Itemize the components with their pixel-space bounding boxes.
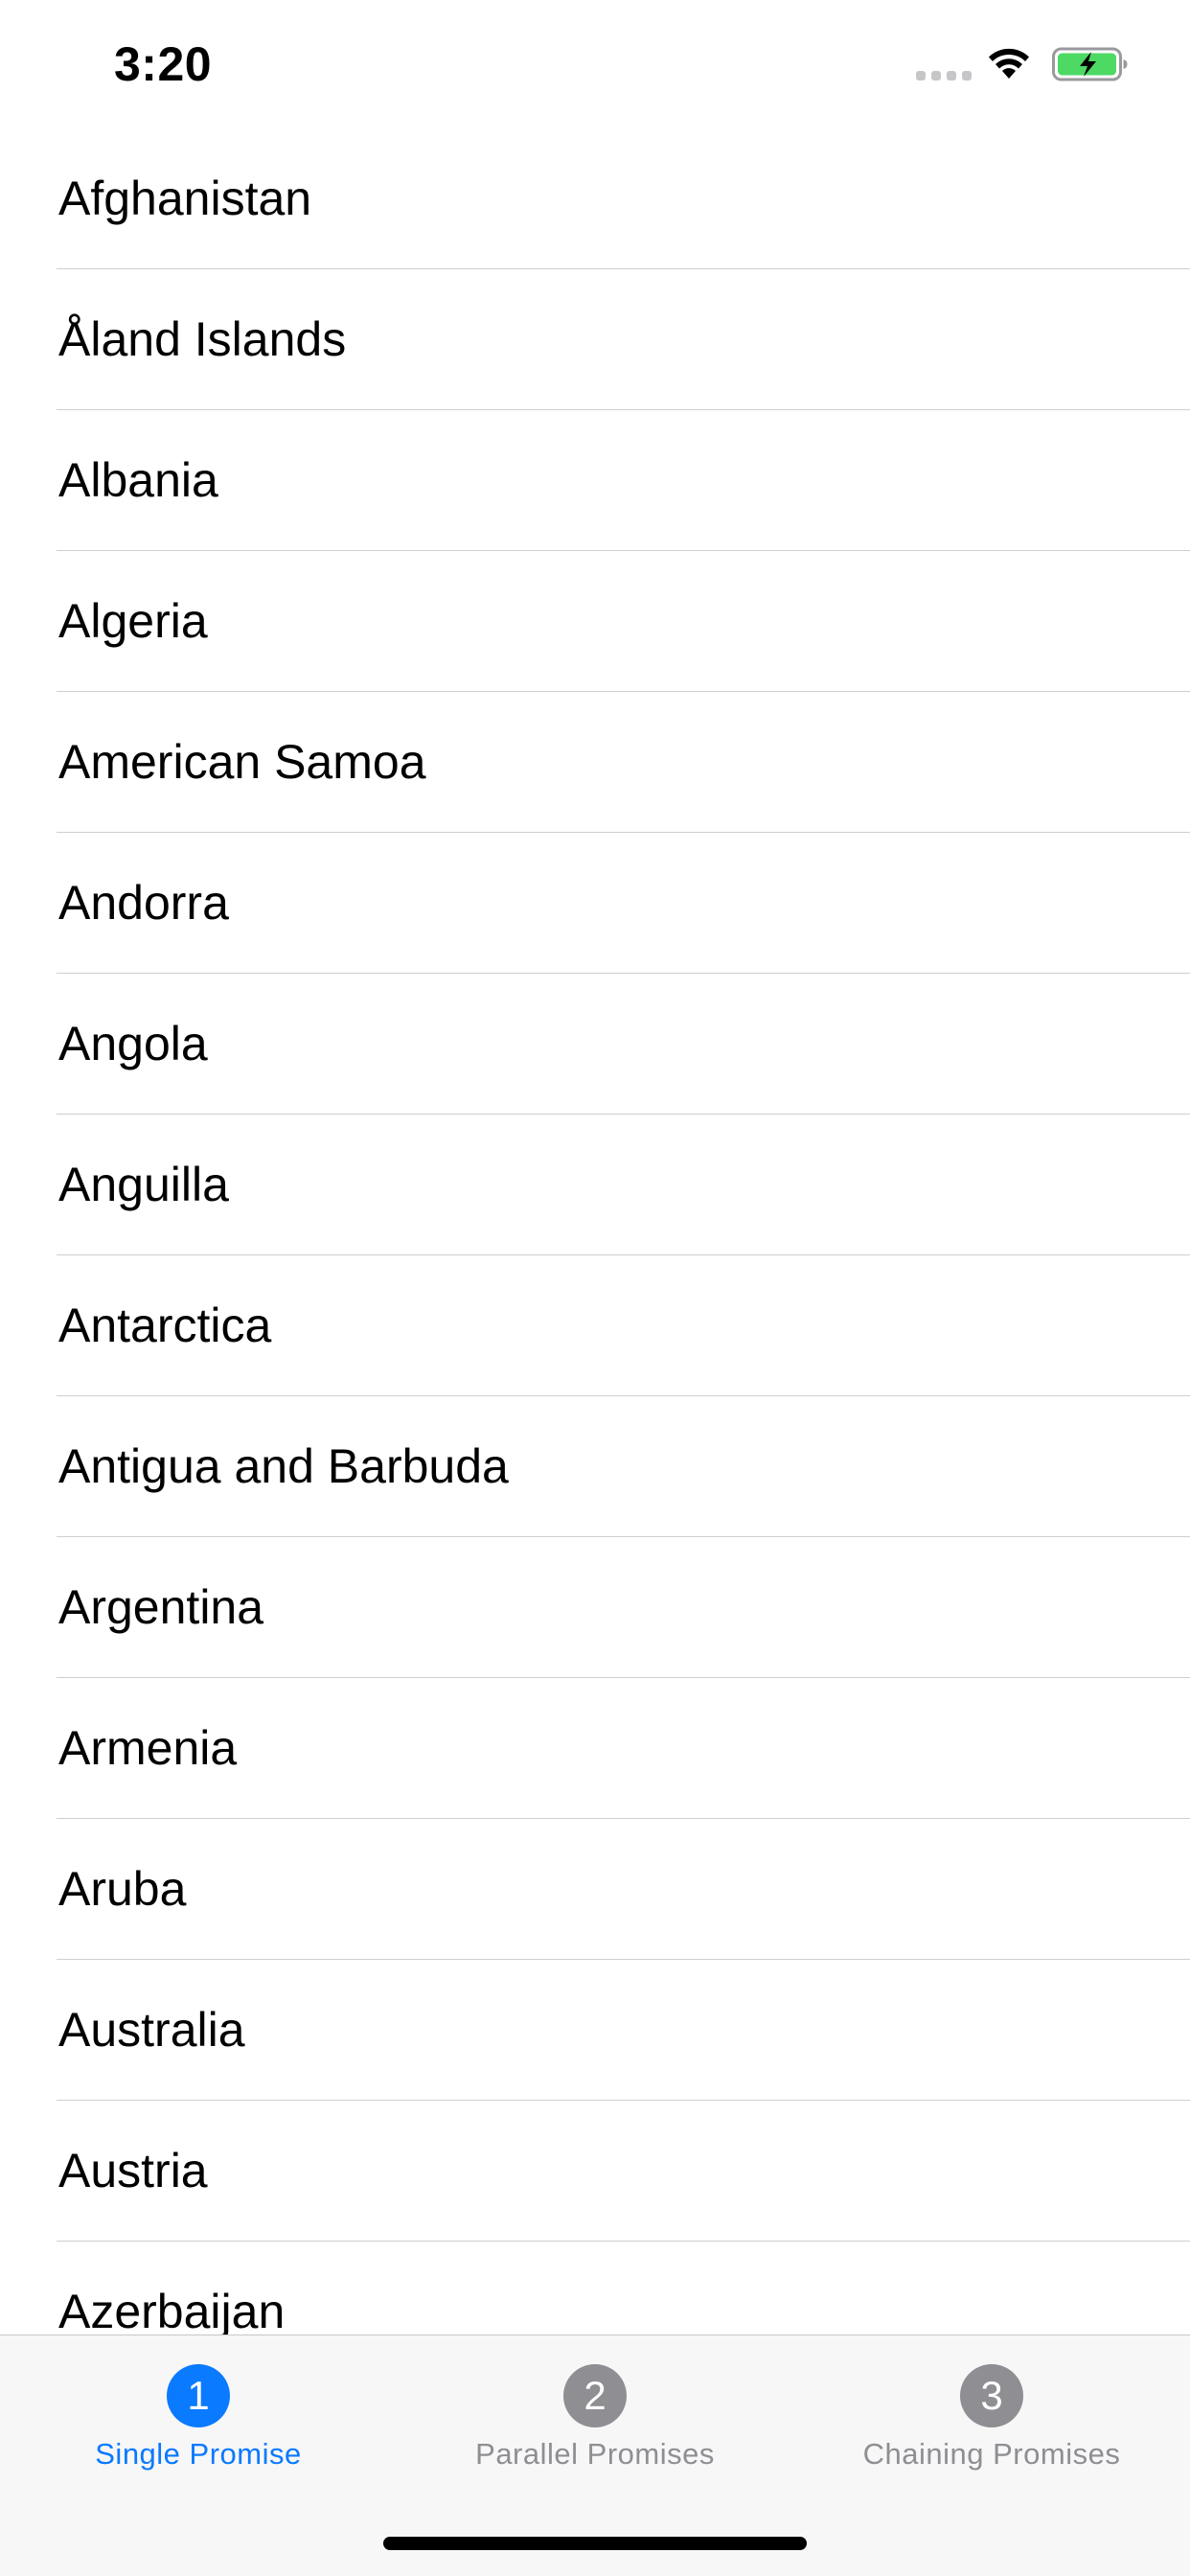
list-item-label: Austria (58, 2144, 208, 2197)
list-item-label: Algeria (58, 594, 208, 648)
country-list[interactable]: Afghanistan Åland Islands Albania Algeria Am… (0, 128, 1190, 2334)
list-item-label: Albania (58, 453, 218, 507)
list-item[interactable]: American Samoa (0, 692, 1190, 833)
home-indicator (383, 2537, 807, 2550)
list-item-label: Argentina (58, 1580, 264, 1634)
cellular-signal-icon (916, 71, 972, 80)
list-item-label: Afghanistan (58, 172, 312, 225)
tab-number-badge: 1 (167, 2364, 230, 2427)
list-item[interactable]: Afghanistan (0, 128, 1190, 269)
tab-chaining-promises[interactable]: 3 Chaining Promises (793, 2335, 1190, 2489)
list-item[interactable]: Azerbaijan (0, 2242, 1190, 2334)
list-item[interactable]: Åland Islands (0, 269, 1190, 410)
list-item-label: Aruba (58, 1862, 187, 1916)
list-item[interactable]: Antigua and Barbuda (0, 1396, 1190, 1537)
tab-single-promise[interactable]: 1 Single Promise (0, 2335, 397, 2489)
list-item-label: Azerbaijan (58, 2285, 286, 2334)
list-item-label: Australia (58, 2003, 245, 2057)
list-item[interactable]: Antarctica (0, 1255, 1190, 1396)
list-item[interactable]: Argentina (0, 1537, 1190, 1678)
list-item[interactable]: Austria (0, 2101, 1190, 2242)
wifi-icon (989, 48, 1029, 79)
list-item[interactable]: Andorra (0, 833, 1190, 974)
list-item-label: American Samoa (58, 735, 426, 789)
list-item[interactable]: Anguilla (0, 1115, 1190, 1255)
tab-parallel-promises[interactable]: 2 Parallel Promises (397, 2335, 793, 2489)
list-item-label: Angola (58, 1017, 208, 1070)
list-item-label: Åland Islands (58, 312, 347, 366)
list-item[interactable]: Angola (0, 974, 1190, 1115)
battery-charging-icon (1052, 47, 1128, 81)
list-item[interactable]: Australia (0, 1960, 1190, 2101)
list-item[interactable]: Algeria (0, 551, 1190, 692)
status-bar: 3:20 (0, 0, 1190, 129)
list-item-label: Andorra (58, 876, 229, 930)
list-item-label: Antarctica (58, 1299, 272, 1352)
list-item[interactable]: Armenia (0, 1678, 1190, 1819)
tab-number-badge: 3 (960, 2364, 1023, 2427)
list-item[interactable]: Albania (0, 410, 1190, 551)
list-item-label: Armenia (58, 1721, 238, 1775)
list-item-label: Antigua and Barbuda (58, 1439, 509, 1493)
tab-number-badge: 2 (563, 2364, 627, 2427)
tab-label: Parallel Promises (475, 2437, 715, 2471)
status-time: 3:20 (114, 37, 213, 91)
tab-label: Chaining Promises (862, 2437, 1121, 2471)
list-item-label: Anguilla (58, 1158, 229, 1211)
list-item[interactable]: Aruba (0, 1819, 1190, 1960)
tab-label: Single Promise (95, 2437, 302, 2471)
